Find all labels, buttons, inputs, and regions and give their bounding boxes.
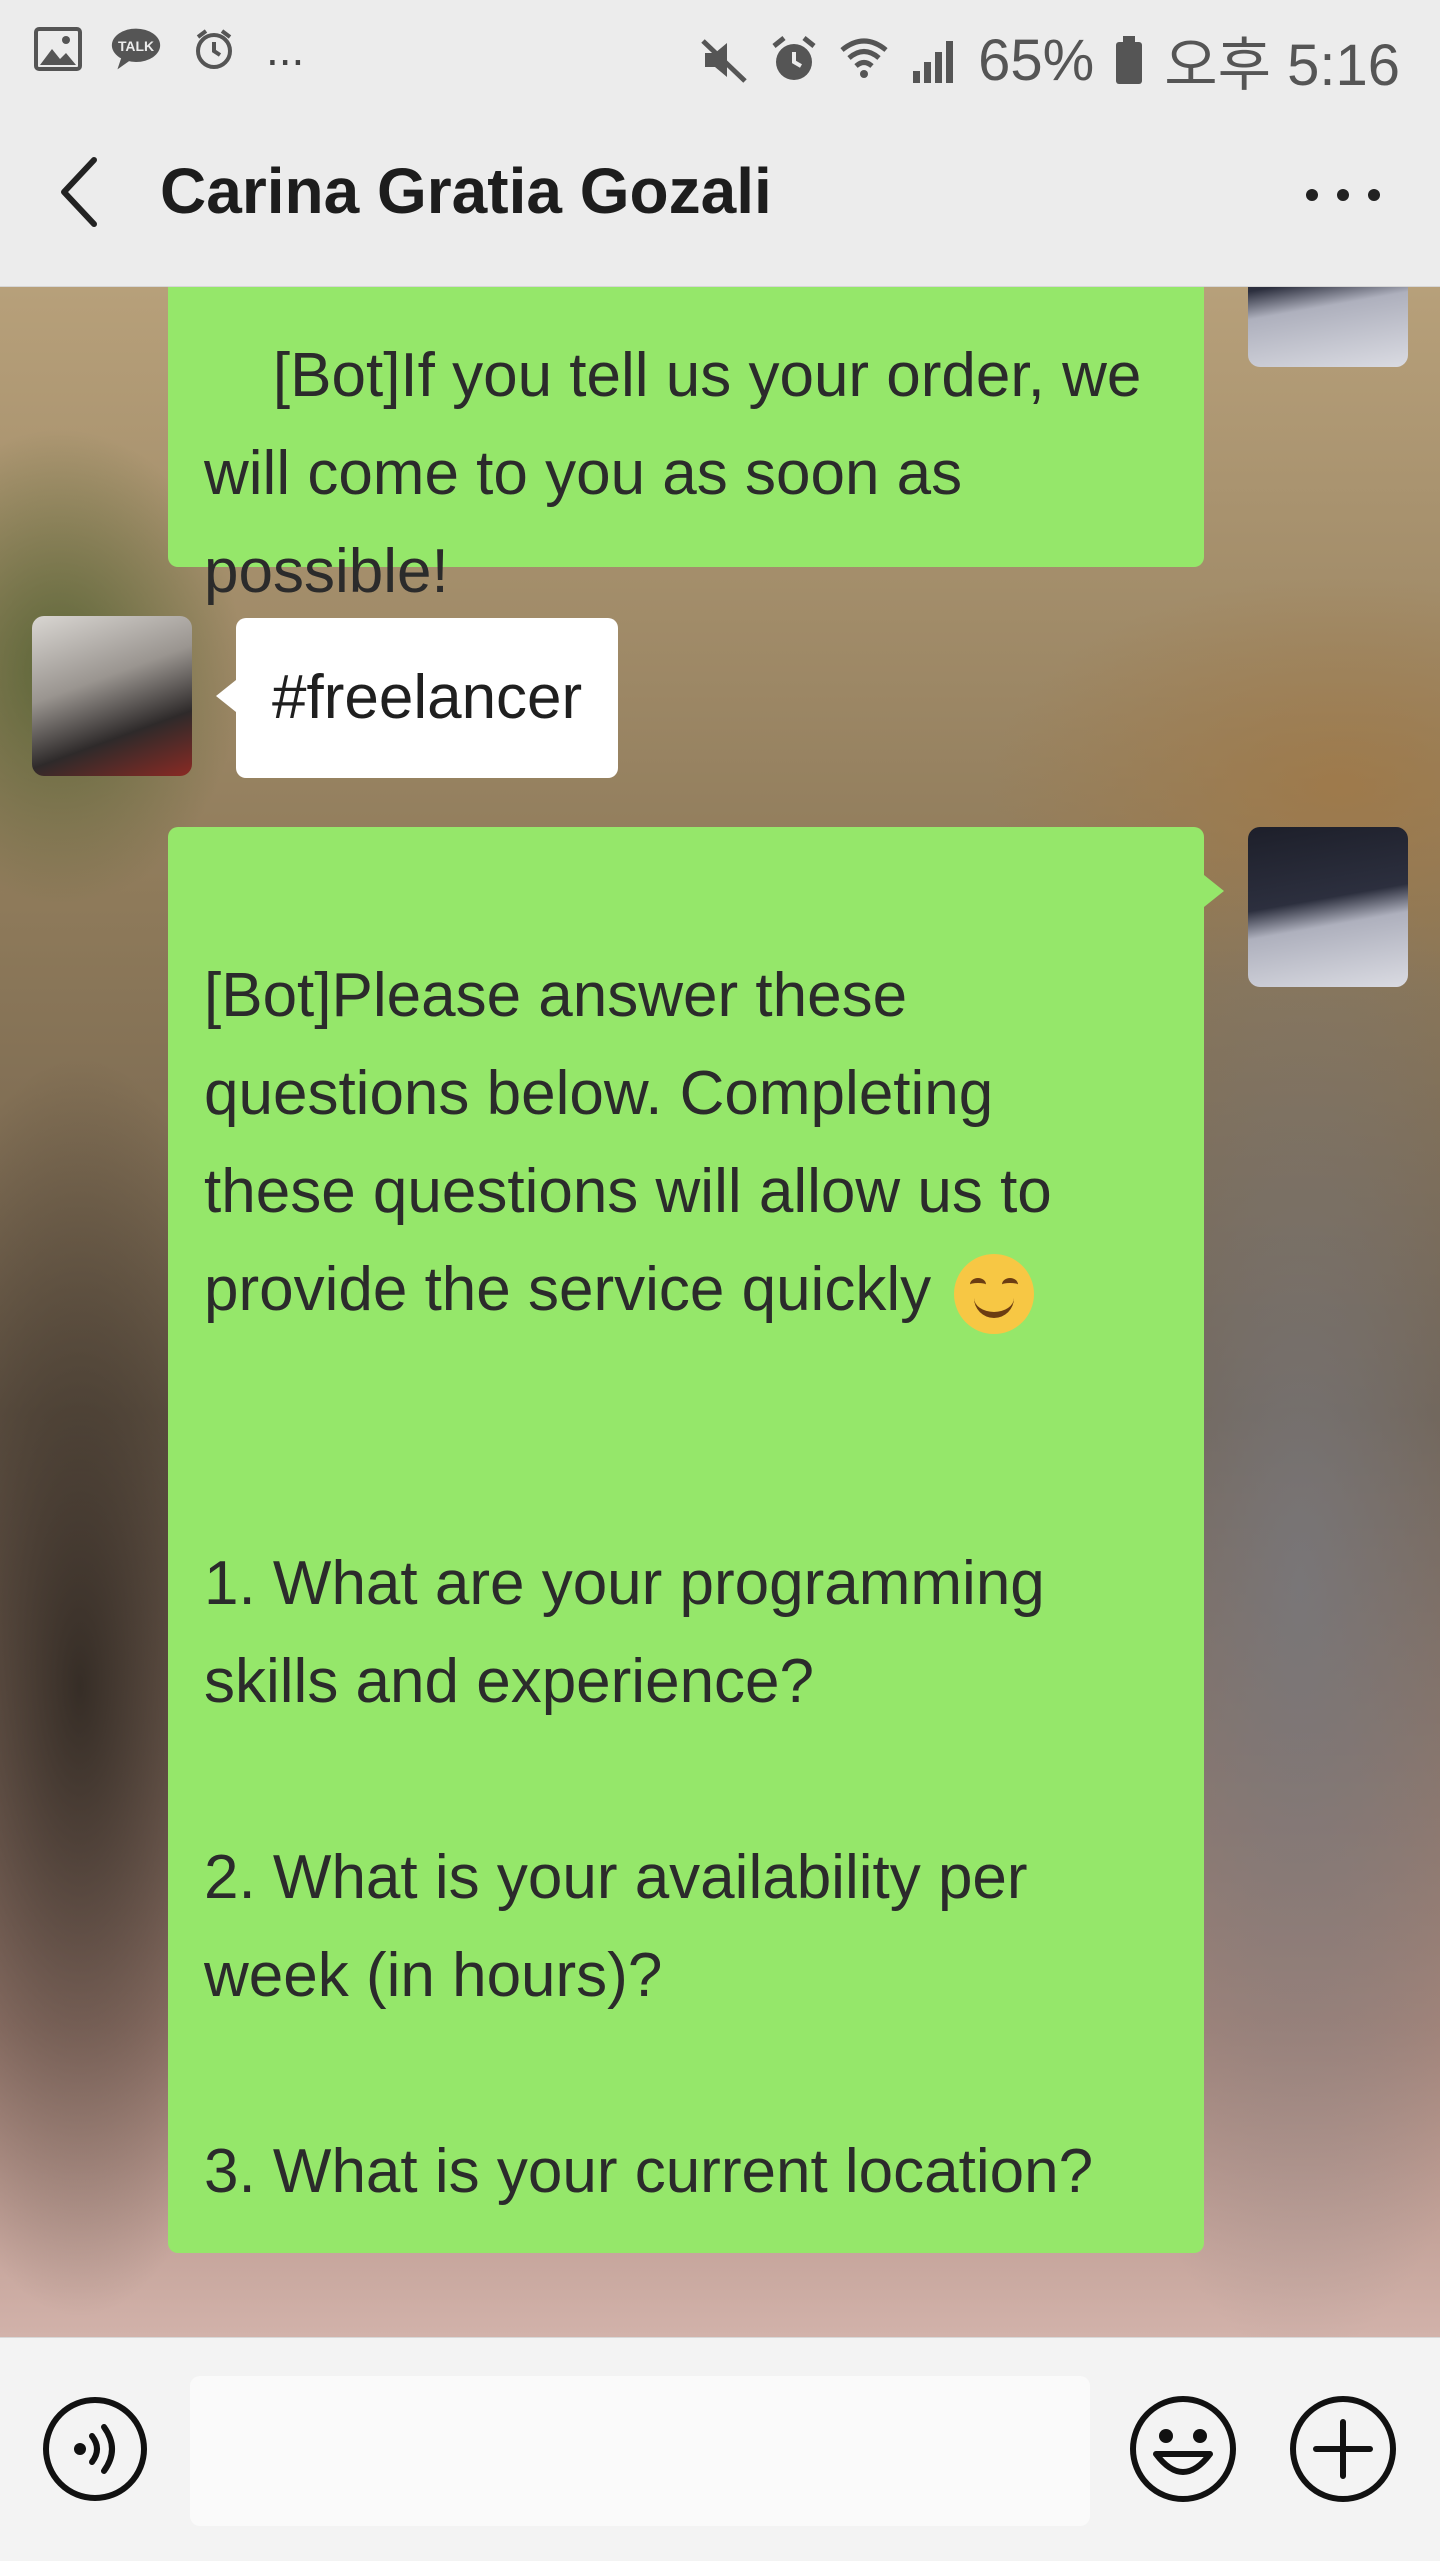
signal-icon	[908, 34, 960, 86]
plus-icon	[1290, 2396, 1396, 2502]
chevron-left-icon	[61, 157, 97, 227]
message-input[interactable]	[190, 2376, 1090, 2526]
message-bubble-outgoing[interactable]: [Bot]Please answer these questions below…	[168, 827, 1204, 2253]
my-avatar[interactable]	[1248, 827, 1408, 987]
chat-message-list[interactable]: [Bot]If you tell us your order, we will …	[0, 287, 1440, 2337]
message-bubble-incoming[interactable]: #freelancer	[236, 618, 619, 778]
message-text-continued: 1. What are your programming skills and …	[204, 1549, 1094, 2206]
emoji-icon	[1130, 2396, 1236, 2502]
contact-avatar[interactable]	[32, 616, 192, 776]
message-bubble-outgoing[interactable]: [Bot]If you tell us your order, we will …	[168, 287, 1204, 606]
chat-title: Carina Gratia Gozali	[160, 155, 772, 227]
chat-header: Carina Gratia Gozali	[0, 100, 1440, 287]
back-button[interactable]	[52, 152, 112, 232]
svg-text:TALK: TALK	[118, 38, 154, 54]
status-left-icons: TALK ...	[32, 22, 304, 76]
message-text: [Bot]Please answer these questions below…	[204, 961, 1052, 1324]
gallery-icon	[32, 23, 84, 75]
my-avatar[interactable]	[1248, 287, 1408, 367]
more-dots-icon	[1306, 189, 1380, 201]
alarm-icon	[768, 34, 820, 86]
more-options-button[interactable]	[1298, 170, 1388, 220]
clock-time: 오후 5:16	[1164, 33, 1400, 98]
alarm-clock-icon	[188, 23, 240, 75]
emoji-button[interactable]	[1128, 2394, 1238, 2504]
voice-button[interactable]	[42, 2396, 148, 2502]
battery-percent: 65%	[978, 27, 1095, 93]
bubble-tail	[216, 680, 236, 712]
voice-icon	[43, 2397, 147, 2501]
talk-icon: TALK	[110, 23, 162, 75]
status-right-icons: 65% 오후 5:16	[698, 18, 1400, 102]
message-text: #freelancer	[272, 663, 583, 732]
message-input-bar	[0, 2337, 1440, 2561]
smiling-face-emoji-icon	[954, 1253, 1035, 1334]
message-text: [Bot]If you tell us your order, we will …	[204, 341, 1142, 606]
battery-icon	[1112, 34, 1146, 86]
status-bar: TALK ... 65% 오후 5:16	[0, 0, 1440, 100]
mute-icon	[698, 34, 750, 86]
wifi-icon	[838, 34, 890, 86]
attach-plus-button[interactable]	[1288, 2394, 1398, 2504]
bubble-tail	[1204, 875, 1224, 907]
more-notifications-icon: ...	[266, 23, 305, 75]
